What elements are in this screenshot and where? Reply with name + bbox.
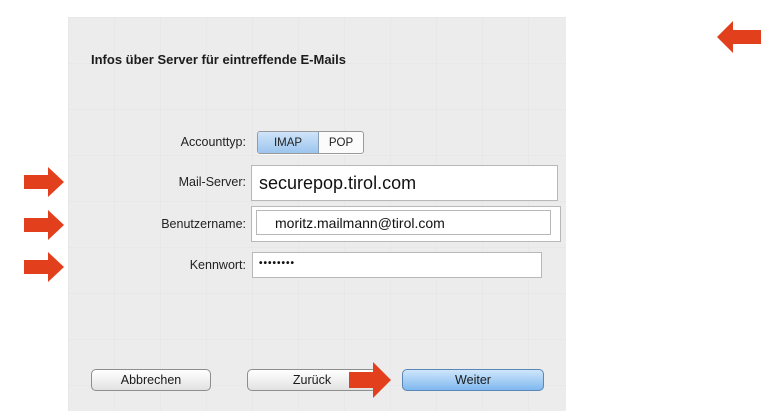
arrow-right-icon [24,167,64,197]
account-type-pop-option[interactable]: POP [319,132,363,153]
arrow-right-icon [24,210,64,240]
mail-server-field[interactable]: securepop.tirol.com [251,165,558,201]
account-type-label: Accounttyp: [180,135,246,149]
username-value: moritz.mailmann@tirol.com [275,215,445,231]
account-type-imap-option[interactable]: IMAP [258,132,319,153]
mail-server-value: securepop.tirol.com [259,173,417,193]
username-field[interactable]: moritz.mailmann@tirol.com [256,210,551,235]
next-button[interactable]: Weiter [402,369,544,391]
arrow-right-icon [24,252,64,282]
account-type-segmented-control: IMAP POP [257,131,364,154]
password-label: Kennwort: [189,258,246,272]
mail-server-label: Mail-Server: [178,175,246,189]
arrow-right-icon [349,362,391,398]
username-label: Benutzername: [161,217,246,231]
arrow-left-icon [717,21,761,53]
dialog-title: Infos über Server für eintreffende E-Mai… [91,52,347,67]
password-value: •••••••• [259,258,296,269]
password-field[interactable]: •••••••• [252,252,542,278]
cancel-button[interactable]: Abbrechen [91,369,211,391]
